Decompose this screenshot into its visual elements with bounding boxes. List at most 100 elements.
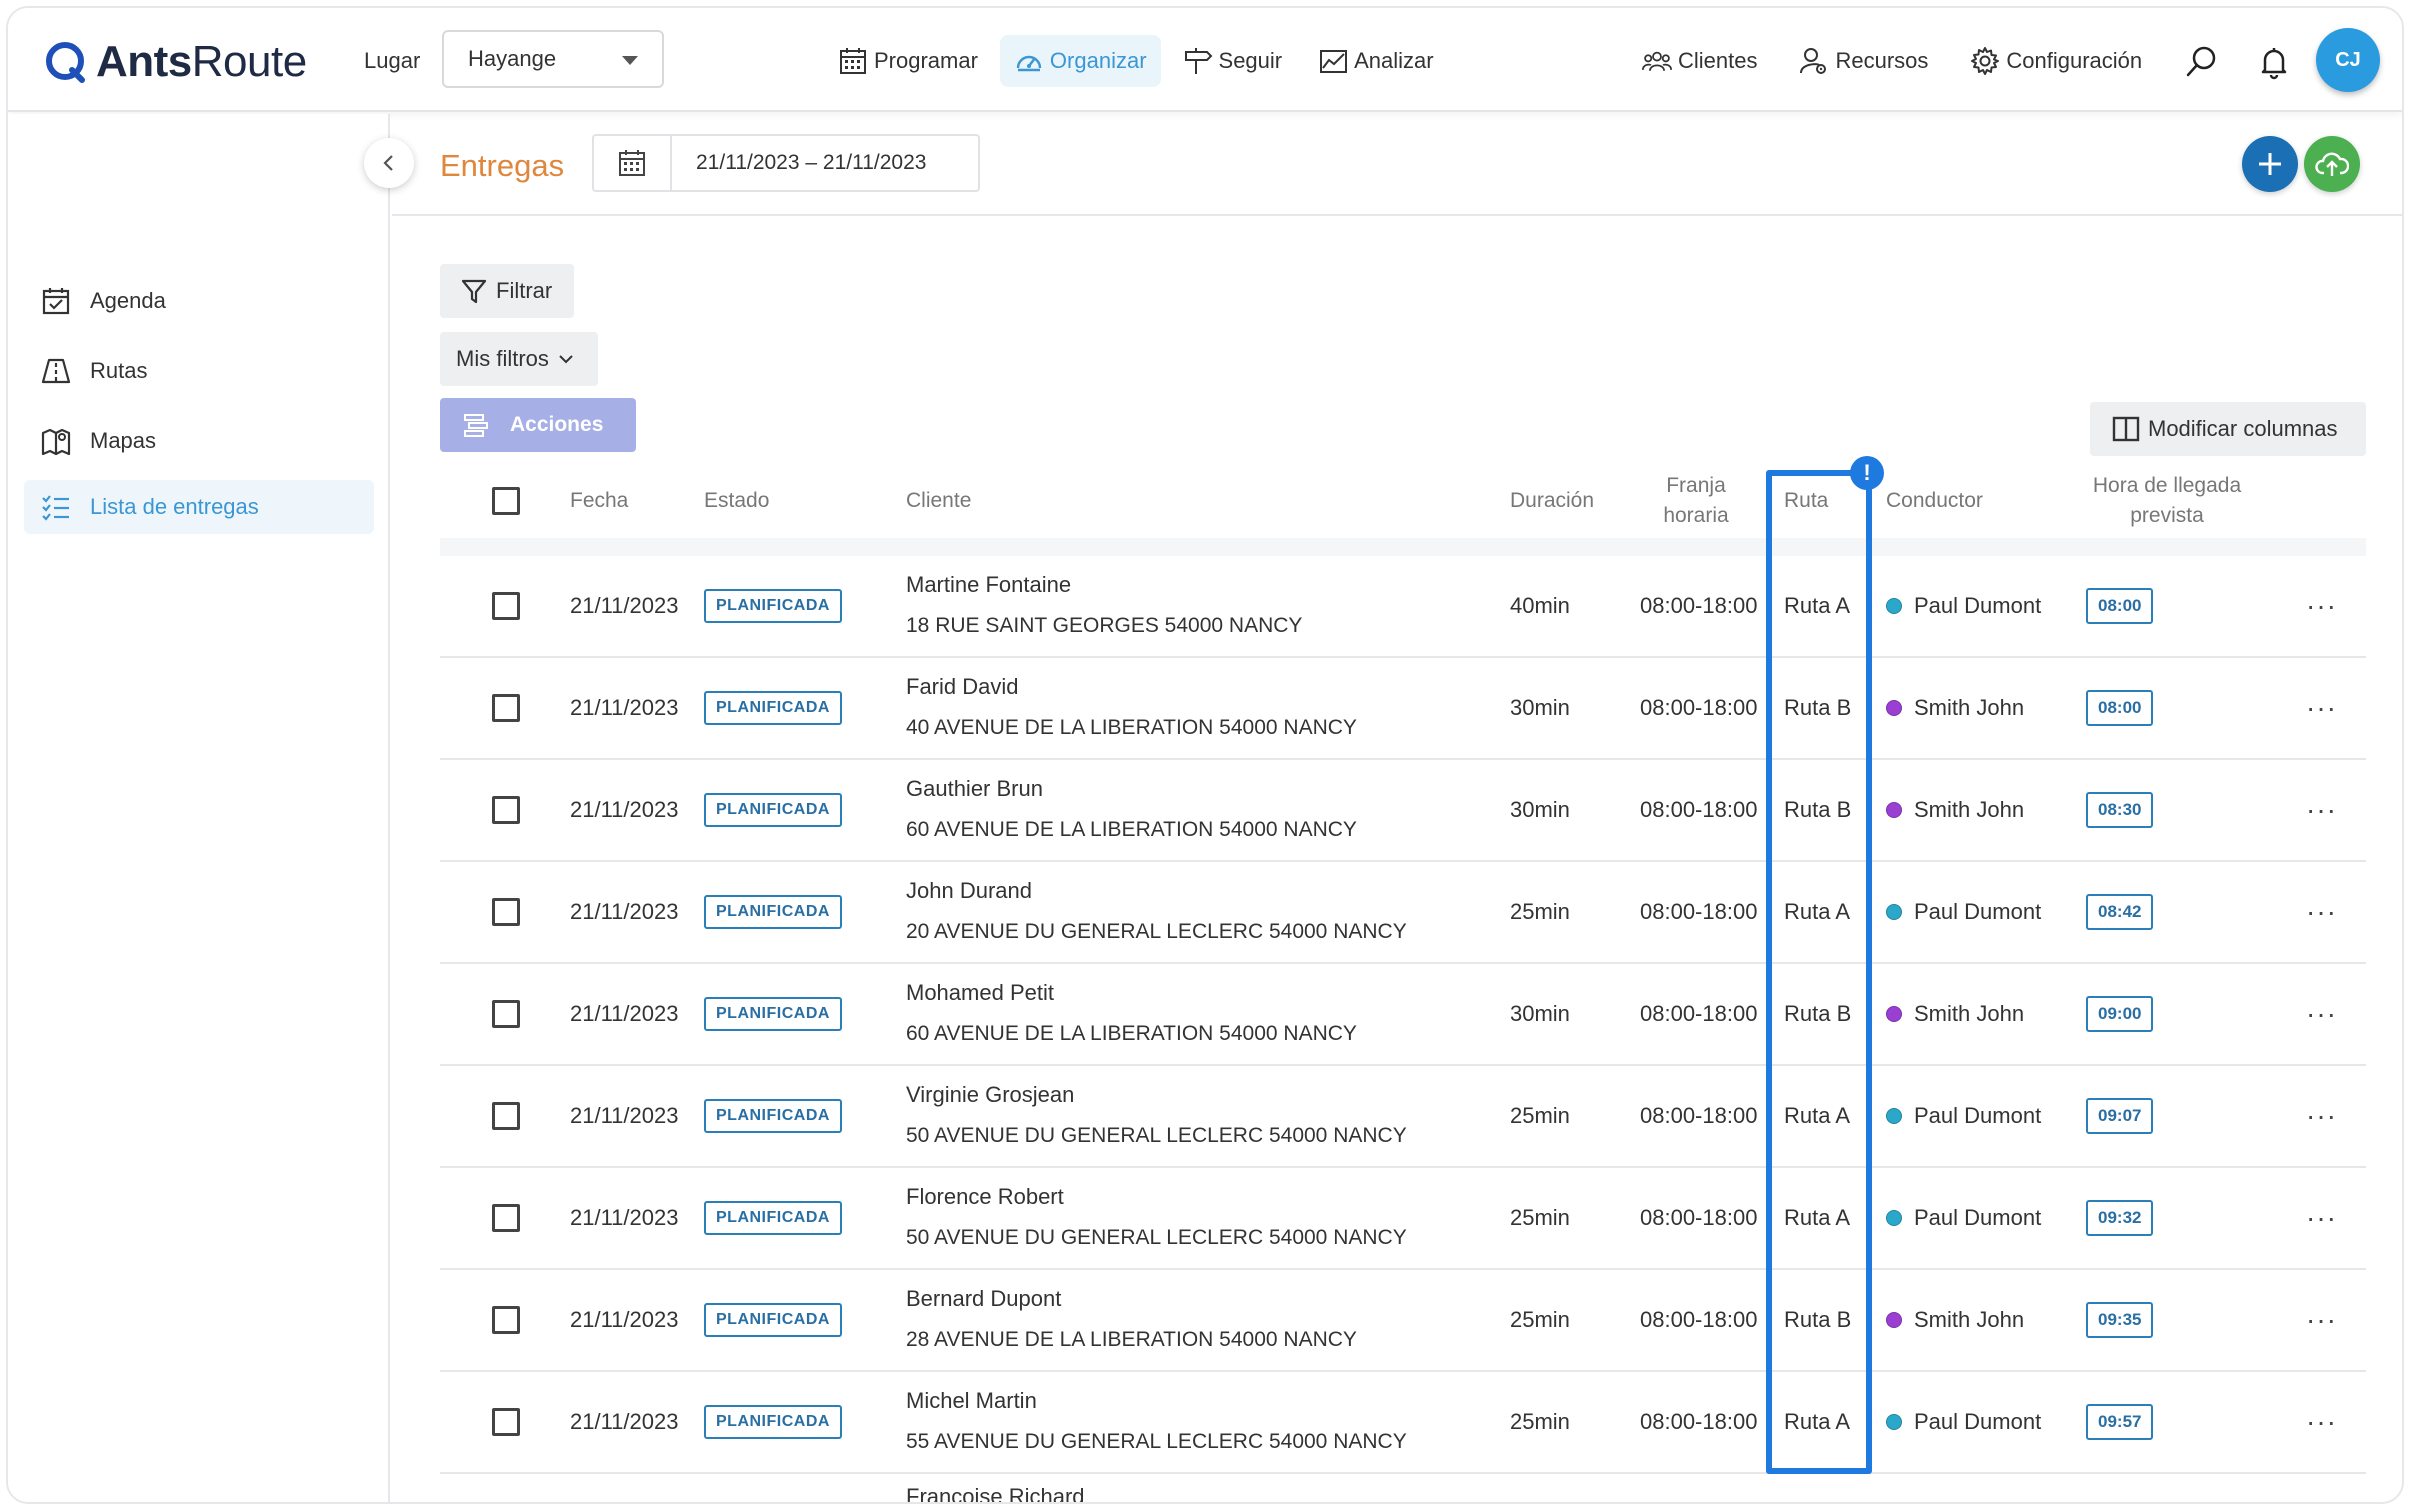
arrival-time-badge: 09:35 xyxy=(2086,1302,2154,1338)
user-gear-icon xyxy=(1800,48,1827,74)
logo[interactable]: AntsRoute xyxy=(44,34,307,90)
driver-color-dot xyxy=(1886,1210,1902,1226)
nav-clientes[interactable]: Clientes xyxy=(1628,35,1771,87)
row-checkbox[interactable] xyxy=(492,796,520,824)
table-row[interactable]: 21/11/2023 PLANIFICADA Michel Martin 55 … xyxy=(440,1372,2366,1474)
row-more-options-icon[interactable]: ··· xyxy=(2306,862,2337,962)
lugar-select[interactable]: Hayange xyxy=(442,30,664,88)
upload-button[interactable] xyxy=(2304,136,2360,192)
driver-name: Paul Dumont xyxy=(1914,1103,2042,1128)
cell-duracion: 25min xyxy=(1510,899,1570,924)
row-checkbox[interactable] xyxy=(492,1000,520,1028)
nav-recursos[interactable]: Recursos xyxy=(1785,35,1942,87)
date-calendar-button[interactable] xyxy=(594,136,672,190)
nav-analizar[interactable]: Analizar xyxy=(1304,35,1447,87)
row-more-options-icon[interactable]: ··· xyxy=(2306,556,2337,656)
search-icon[interactable] xyxy=(2184,44,2220,80)
driver-color-dot xyxy=(1886,700,1902,716)
cell-duracion: 40min xyxy=(1510,593,1570,618)
row-checkbox[interactable] xyxy=(492,1102,520,1130)
row-more-options-icon[interactable]: ··· xyxy=(2306,1168,2337,1268)
row-more-options-icon[interactable]: ··· xyxy=(2306,760,2337,860)
signpost-icon xyxy=(1184,48,1212,74)
row-checkbox[interactable] xyxy=(492,1408,520,1436)
user-avatar[interactable]: CJ xyxy=(2316,28,2380,92)
collapse-sidebar-button[interactable] xyxy=(364,138,414,188)
cell-hora: 09:35 xyxy=(2086,1270,2154,1370)
caret-down-icon xyxy=(622,56,638,65)
modificar-columnas-button[interactable]: Modificar columnas xyxy=(2090,402,2366,456)
nav-configuracion[interactable]: Configuración xyxy=(1956,35,2156,87)
antsroute-logo-icon xyxy=(46,42,85,83)
cell-franja: 08:00-18:00 xyxy=(1640,899,1758,924)
filtrar-button[interactable]: Filtrar xyxy=(440,264,574,318)
sidebar-item-mapas[interactable]: Mapas xyxy=(24,414,374,468)
arrival-time-badge: 08:00 xyxy=(2086,690,2154,726)
calendar-grid-icon xyxy=(840,48,866,74)
mis-filtros-label: Mis filtros xyxy=(456,346,549,371)
driver-color-dot xyxy=(1886,1414,1902,1430)
status-badge: PLANIFICADA xyxy=(704,895,842,929)
date-range-picker[interactable]: 21/11/2023 – 21/11/2023 xyxy=(592,134,980,192)
header-hora-llegada[interactable]: Hora de llegada prevista xyxy=(2072,464,2262,538)
table-row[interactable]: 21/11/2023 PLANIFICADA John Durand 20 AV… xyxy=(440,862,2366,964)
table-row[interactable]: 21/11/2023 PLANIFICADA Virginie Grosjean… xyxy=(440,1066,2366,1168)
header-franja-line1: Franja xyxy=(1666,474,1726,497)
nav-seguir[interactable]: Seguir xyxy=(1169,35,1297,87)
nav-organizar[interactable]: Organizar xyxy=(999,35,1161,87)
cell-franja: 08:00-18:00 xyxy=(1640,593,1758,618)
sidebar-item-agenda[interactable]: Agenda xyxy=(24,274,374,328)
row-more-options-icon[interactable]: ··· xyxy=(2306,658,2337,758)
main-nav-right: Clientes Recursos Configuración xyxy=(1628,36,2156,86)
nav-configuracion-label: Configuración xyxy=(2006,48,2143,73)
row-more-options-icon[interactable]: ··· xyxy=(2306,964,2337,1064)
cell-estado: PLANIFICADA xyxy=(704,658,842,758)
sidebar-item-label: Lista de entregas xyxy=(90,494,259,519)
row-more-options-icon[interactable]: ··· xyxy=(2306,1066,2337,1166)
cell-hora: 09:00 xyxy=(2086,964,2154,1064)
table-row[interactable]: Françoise Richard xyxy=(440,1474,2366,1502)
header-conductor[interactable]: Conductor xyxy=(1886,464,1983,538)
cell-fecha: 21/11/2023 xyxy=(570,1409,679,1434)
cell-hora: 08:00 xyxy=(2086,556,2154,656)
table-header-spacer xyxy=(440,538,2366,556)
row-checkbox[interactable] xyxy=(492,1306,520,1334)
sidebar-item-lista-de-entregas[interactable]: Lista de entregas xyxy=(24,480,374,534)
mis-filtros-dropdown[interactable]: Mis filtros xyxy=(440,332,598,386)
table-row[interactable]: 21/11/2023 PLANIFICADA Florence Robert 5… xyxy=(440,1168,2366,1270)
row-checkbox-cell xyxy=(492,1168,520,1268)
cell-franja: 08:00-18:00 xyxy=(1640,1307,1758,1332)
row-checkbox[interactable] xyxy=(492,898,520,926)
sidebar: Agenda Rutas Mapas Lista de entregas xyxy=(8,114,390,1502)
cell-duracion: 25min xyxy=(1510,1307,1570,1332)
cell-estado: PLANIFICADA xyxy=(704,760,842,860)
table-row[interactable]: 21/11/2023 PLANIFICADA Farid David 40 AV… xyxy=(440,658,2366,760)
bell-icon[interactable] xyxy=(2256,44,2292,80)
row-more-options-icon[interactable]: ··· xyxy=(2306,1270,2337,1370)
add-button[interactable] xyxy=(2242,136,2298,192)
driver-name: Smith John xyxy=(1914,695,2025,720)
table-row[interactable]: 21/11/2023 PLANIFICADA Martine Fontaine … xyxy=(440,556,2366,658)
arrival-time-badge: 09:07 xyxy=(2086,1098,2154,1134)
header-duracion[interactable]: Duración xyxy=(1510,464,1594,538)
header-estado[interactable]: Estado xyxy=(704,464,769,538)
header-franja-horaria[interactable]: Franja horaria xyxy=(1636,464,1756,538)
header-fecha[interactable]: Fecha xyxy=(570,464,628,538)
table-row[interactable]: 21/11/2023 PLANIFICADA Gauthier Brun 60 … xyxy=(440,760,2366,862)
acciones-button[interactable]: Acciones xyxy=(440,398,636,452)
sidebar-item-rutas[interactable]: Rutas xyxy=(24,344,374,398)
row-more-options-icon[interactable]: ··· xyxy=(2306,1372,2337,1472)
row-checkbox[interactable] xyxy=(492,1204,520,1232)
road-icon xyxy=(41,358,71,384)
header-cliente[interactable]: Cliente xyxy=(906,464,971,538)
select-all-checkbox[interactable] xyxy=(492,487,520,515)
modificar-columnas-label: Modificar columnas xyxy=(2148,416,2338,441)
table-row[interactable]: 21/11/2023 PLANIFICADA Mohamed Petit 60 … xyxy=(440,964,2366,1066)
driver-name: Smith John xyxy=(1914,1001,2025,1026)
row-checkbox[interactable] xyxy=(492,694,520,722)
cell-fecha: 21/11/2023 xyxy=(570,1103,679,1128)
table-row[interactable]: 21/11/2023 PLANIFICADA Bernard Dupont 28… xyxy=(440,1270,2366,1372)
nav-programar[interactable]: Programar xyxy=(824,35,992,87)
row-checkbox[interactable] xyxy=(492,592,520,620)
status-badge: PLANIFICADA xyxy=(704,997,842,1031)
